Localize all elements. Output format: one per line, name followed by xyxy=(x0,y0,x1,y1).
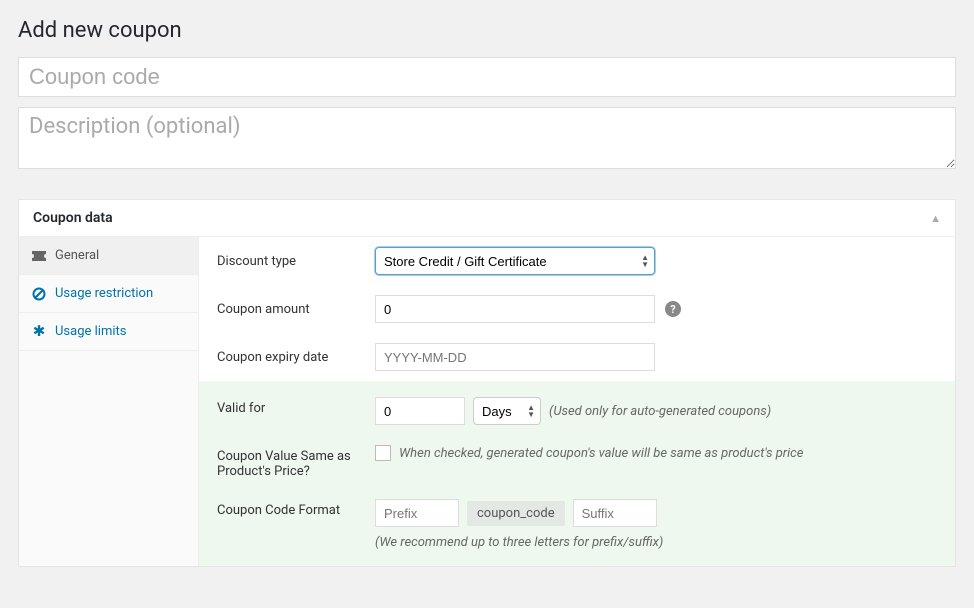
collapse-icon[interactable]: ▲ xyxy=(930,212,941,225)
discount-type-select[interactable]: Store Credit / Gift Certificate xyxy=(375,247,655,275)
prefix-input[interactable] xyxy=(375,499,459,527)
code-placeholder-pill: coupon_code xyxy=(467,501,565,526)
coupon-code-input[interactable] xyxy=(18,57,956,97)
auto-generated-section: Valid for Days ▲▼ (Used only for auto-ge… xyxy=(199,381,955,566)
valid-for-unit-select[interactable]: Days xyxy=(473,397,541,425)
same-as-price-hint: When checked, generated coupon's value w… xyxy=(399,446,803,461)
help-icon[interactable]: ? xyxy=(665,301,681,317)
panel-header[interactable]: Coupon data ▲ xyxy=(19,200,955,237)
coupon-amount-label: Coupon amount xyxy=(217,302,365,317)
valid-for-hint: (Used only for auto-generated coupons) xyxy=(549,404,771,419)
tab-content: Discount type Store Credit / Gift Certif… xyxy=(199,237,955,566)
same-as-price-checkbox[interactable] xyxy=(375,445,391,461)
ticket-icon xyxy=(31,251,47,261)
expiry-input[interactable] xyxy=(375,343,655,371)
coupon-amount-input[interactable] xyxy=(375,295,655,323)
discount-type-label: Discount type xyxy=(217,254,365,269)
same-as-price-label: Coupon Value Same as Product's Price? xyxy=(217,445,365,479)
page-title: Add new coupon xyxy=(18,18,956,43)
coupon-data-panel: Coupon data ▲ General Usage restriction … xyxy=(18,199,956,567)
tab-label: Usage restriction xyxy=(55,286,153,301)
valid-for-label: Valid for xyxy=(217,397,365,416)
description-input[interactable] xyxy=(18,107,956,169)
tab-label: General xyxy=(55,248,99,263)
tab-usage-limits[interactable]: ✱ Usage limits xyxy=(19,313,198,351)
valid-for-input[interactable] xyxy=(375,397,465,425)
limits-icon: ✱ xyxy=(31,324,47,339)
code-format-label: Coupon Code Format xyxy=(217,499,365,518)
tab-general[interactable]: General xyxy=(19,237,198,275)
tab-usage-restriction[interactable]: Usage restriction xyxy=(19,275,198,313)
suffix-input[interactable] xyxy=(573,499,657,527)
code-format-hint: (We recommend up to three letters for pr… xyxy=(375,535,663,550)
ban-icon xyxy=(31,287,47,301)
expiry-label: Coupon expiry date xyxy=(217,350,365,365)
tab-list: General Usage restriction ✱ Usage limits xyxy=(19,237,199,566)
panel-title: Coupon data xyxy=(33,210,113,226)
tab-label: Usage limits xyxy=(55,324,126,339)
